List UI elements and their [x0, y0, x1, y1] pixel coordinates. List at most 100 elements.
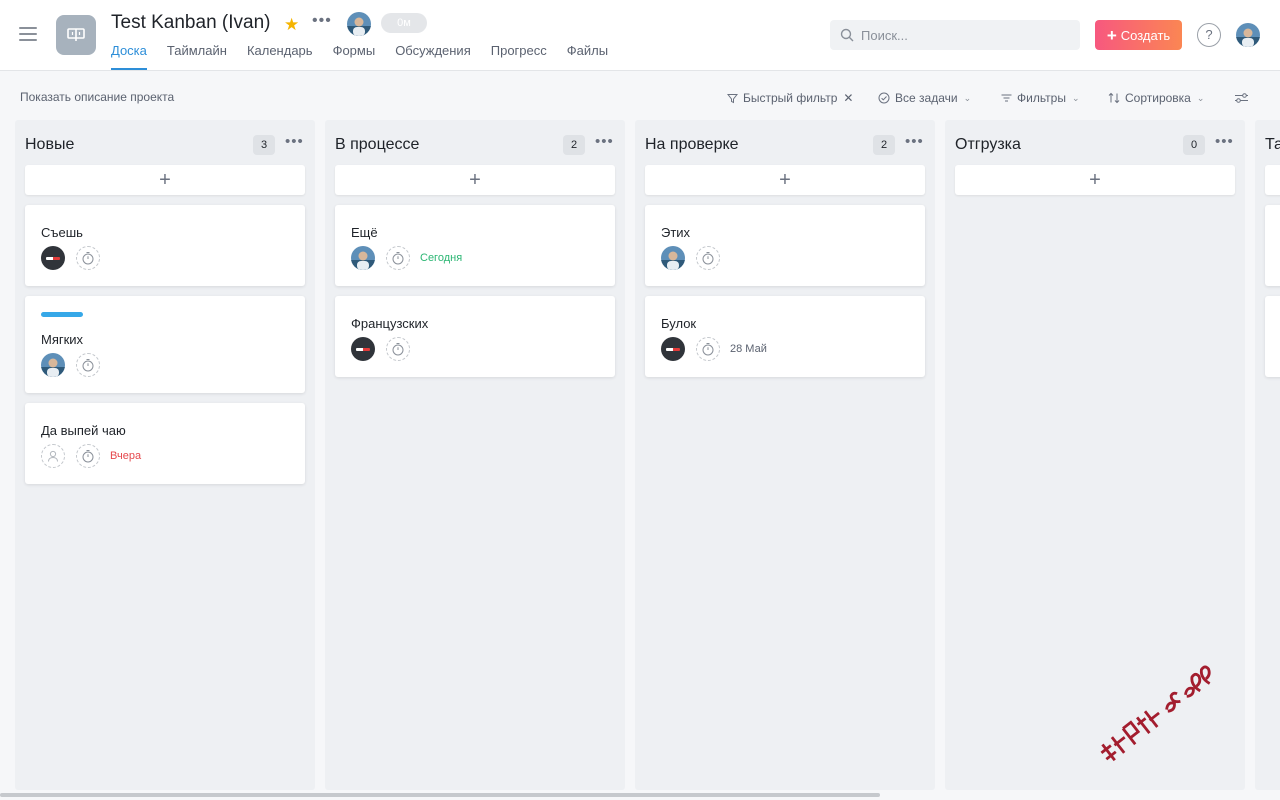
task-label-tag [41, 312, 83, 317]
tab-progress[interactable]: Прогресс [491, 43, 547, 70]
column-title: Новые [25, 136, 75, 153]
create-button-label: Создать [1120, 27, 1171, 43]
tab-files[interactable]: Файлы [567, 43, 608, 70]
stopwatch-icon[interactable] [76, 444, 100, 468]
add-task-button[interactable]: + [645, 165, 925, 195]
plus-icon: + [1089, 168, 1101, 191]
due-date[interactable]: Сегодня [420, 252, 462, 264]
column-more-icon[interactable]: ••• [1215, 133, 1234, 150]
view-settings-button[interactable] [1234, 89, 1249, 107]
column-title: В процессе [335, 136, 420, 153]
task-meta: Сегодня [351, 246, 462, 270]
time-tracker-badge[interactable]: 0м [381, 13, 427, 33]
task-title: Да выпей чаю [41, 423, 126, 438]
task-card[interactable]: Этих [645, 205, 925, 286]
plus-icon: + [159, 168, 171, 191]
task-title: Булок [661, 316, 697, 331]
sort-dropdown[interactable]: Сортировка ⌄ [1108, 89, 1204, 107]
task-title: Мягких [41, 332, 84, 347]
watermark-logo [1100, 665, 1211, 762]
column-title: На проверке [645, 136, 739, 153]
task-meta: 28 Май [661, 337, 767, 361]
project-tabs: Доска Таймлайн Календарь Формы Обсуждени… [111, 43, 628, 70]
stopwatch-icon[interactable] [386, 337, 410, 361]
tab-calendar[interactable]: Календарь [247, 43, 313, 70]
filter-lines-icon [1001, 94, 1012, 102]
menu-icon[interactable] [19, 27, 37, 41]
assignee-avatar[interactable] [351, 337, 375, 361]
stopwatch-icon[interactable] [386, 246, 410, 270]
help-icon[interactable]: ? [1197, 23, 1221, 47]
add-task-button[interactable]: + [25, 165, 305, 195]
assignee-avatar[interactable] [661, 337, 685, 361]
add-task-button[interactable]: + [955, 165, 1235, 195]
due-date[interactable]: Вчера [110, 450, 141, 462]
assignee-avatar[interactable] [351, 246, 375, 270]
star-icon[interactable]: ★ [284, 15, 299, 35]
column-more-icon[interactable]: ••• [595, 133, 614, 150]
tab-discussions[interactable]: Обсуждения [395, 43, 471, 70]
column-count-badge: 3 [253, 135, 275, 155]
close-icon[interactable]: ✕ [843, 91, 853, 105]
column-title: Та [1265, 136, 1280, 153]
task-card[interactable] [1265, 205, 1280, 286]
tab-timeline[interactable]: Таймлайн [167, 43, 227, 70]
task-meta: Вчера [41, 444, 141, 468]
chevron-down-icon: ⌄ [1071, 92, 1080, 103]
task-card[interactable]: Булок 28 Май [645, 296, 925, 377]
project-more-icon[interactable]: ••• [312, 12, 332, 30]
stopwatch-icon[interactable] [76, 246, 100, 270]
task-title: Этих [661, 225, 691, 240]
task-card[interactable]: Мягких [25, 296, 305, 393]
user-avatar[interactable] [1236, 23, 1260, 47]
task-meta [351, 337, 410, 361]
board-column-review: На проверке 2 ••• + Этих Булок 28 Май [635, 120, 935, 790]
all-tasks-dropdown[interactable]: Все задачи ⌄ [878, 89, 971, 107]
stopwatch-icon[interactable] [696, 246, 720, 270]
avatar[interactable] [347, 12, 371, 36]
task-title: Французских [351, 316, 429, 331]
column-more-icon[interactable]: ••• [285, 133, 304, 150]
chevron-down-icon: ⌄ [1196, 92, 1205, 103]
task-card[interactable]: Да выпей чаю Вчера [25, 403, 305, 484]
stopwatch-icon[interactable] [76, 353, 100, 377]
search-box [830, 20, 1080, 50]
tab-forms[interactable]: Формы [333, 43, 376, 70]
task-title: Съешь [41, 225, 83, 240]
search-input[interactable] [861, 20, 1071, 50]
assignee-avatar[interactable] [41, 353, 65, 377]
project-title[interactable]: Test Kanban (Ivan) [111, 12, 270, 34]
plus-icon: + [779, 168, 791, 191]
horizontal-scrollbar[interactable] [0, 793, 880, 797]
task-card[interactable]: Французских [335, 296, 615, 377]
column-count-badge: 0 [1183, 135, 1205, 155]
create-button[interactable]: + Создать [1095, 20, 1182, 50]
task-meta [41, 353, 100, 377]
column-count-badge: 2 [563, 135, 585, 155]
task-meta [661, 246, 720, 270]
stopwatch-icon[interactable] [696, 337, 720, 361]
add-task-button[interactable]: + [335, 165, 615, 195]
due-date[interactable]: 28 Май [730, 343, 767, 355]
tab-board[interactable]: Доска [111, 43, 147, 70]
all-tasks-label: Все задачи [895, 91, 958, 105]
assignee-placeholder-icon[interactable] [41, 444, 65, 468]
board-column-new: Новые 3 ••• + Съешь Мягких Да выпей чаю [15, 120, 315, 790]
plus-icon: + [469, 168, 481, 191]
assignee-avatar[interactable] [661, 246, 685, 270]
show-project-description-link[interactable]: Показать описание проекта [20, 90, 174, 104]
project-board-icon [56, 15, 96, 55]
plus-icon: + [1106, 25, 1117, 45]
add-task-button[interactable] [1265, 165, 1280, 195]
app-header: Test Kanban (Ivan) ★ ••• 0м Доска Таймла… [0, 0, 1280, 71]
assignee-avatar[interactable] [41, 246, 65, 270]
column-more-icon[interactable]: ••• [905, 133, 924, 150]
filters-dropdown[interactable]: Фильтры ⌄ [1001, 89, 1079, 107]
task-card[interactable] [1265, 296, 1280, 377]
task-card[interactable]: Ещё Сегодня [335, 205, 615, 286]
task-card[interactable]: Съешь [25, 205, 305, 286]
filters-label: Фильтры [1017, 91, 1066, 105]
sort-label: Сортировка [1125, 91, 1191, 105]
quick-filter[interactable]: Быстрый фильтр ✕ [727, 89, 853, 107]
board-column-in-progress: В процессе 2 ••• + Ещё Сегодня Французск… [325, 120, 625, 790]
